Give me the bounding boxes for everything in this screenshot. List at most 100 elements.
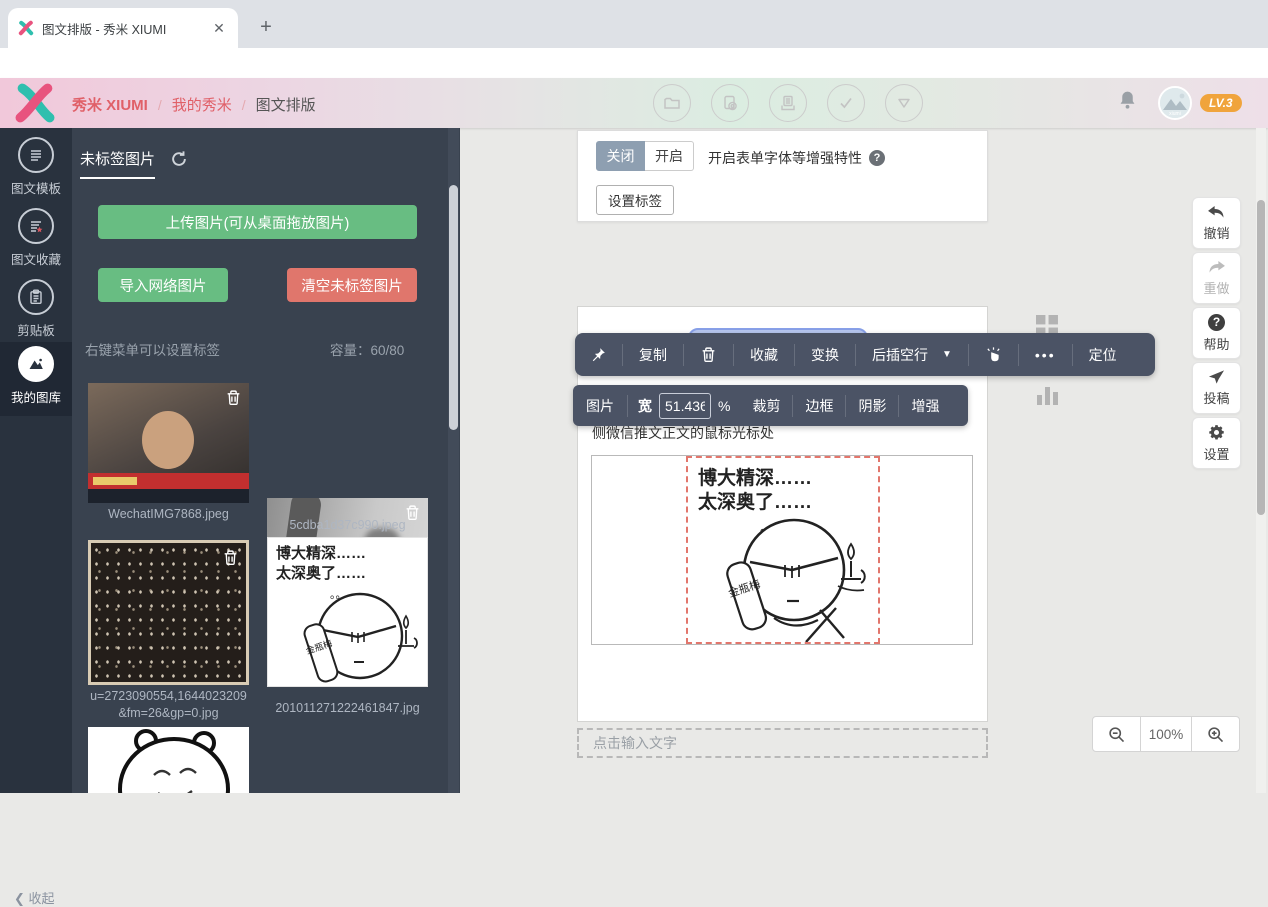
tab-close-icon[interactable]: ✕	[210, 20, 228, 37]
thumbnail-rubbing[interactable]	[88, 540, 249, 685]
context-menu-hint: 右键菜单可以设置标签	[85, 339, 220, 359]
thumbnail-comic[interactable]: 博大精深…… 太深奥了…… 。。 金瓶梅	[267, 537, 428, 687]
insert-blank-line-button[interactable]: 后插空行 ▼	[856, 345, 968, 365]
app-header: 秀米 XIUMI / 我的秀米 / 图文排版 xiumi LV.3	[0, 78, 1268, 128]
submit-button[interactable]: 投稿	[1192, 362, 1241, 414]
sidebar-item-clipboard[interactable]: 剪贴板	[0, 279, 72, 345]
help-icon: ?	[1208, 314, 1225, 331]
paragraph-text[interactable]: 侧微信推文正文的鼠标光标处	[592, 423, 972, 443]
browser-tab-strip: 图文排版 - 秀米 XIUMI ✕ +	[0, 0, 1268, 48]
redo-button[interactable]: 重做	[1192, 252, 1241, 304]
undo-icon	[1207, 205, 1226, 220]
bar-chart-icon[interactable]	[1036, 383, 1060, 405]
thumbnail-news-photo[interactable]	[88, 383, 249, 503]
breadcrumb-my-xiumi[interactable]: 我的秀米	[172, 94, 232, 115]
refresh-icon[interactable]	[170, 150, 188, 168]
settings-button[interactable]: 设置	[1192, 417, 1241, 469]
svg-text:博大精深……: 博大精深……	[276, 544, 366, 562]
breadcrumb-layout: 图文排版	[256, 94, 316, 115]
image-filename: 5cdba1d37c990.jpeg	[267, 517, 428, 534]
favorite-button[interactable]: 收藏	[734, 345, 794, 365]
paper-plane-icon	[1208, 369, 1225, 385]
sidebar-item-gallery[interactable]: 我的图库	[0, 342, 72, 416]
width-group: 宽 %	[628, 393, 740, 419]
toggle-off-button[interactable]: 关闭	[596, 141, 645, 171]
main-scrollbar-thumb[interactable]	[1257, 200, 1265, 515]
set-tag-button[interactable]: 设置标签	[596, 185, 674, 215]
breadcrumb: 秀米 XIUMI / 我的秀米 / 图文排版	[72, 94, 316, 115]
zoom-out-button[interactable]	[1092, 716, 1141, 752]
browser-nav-row: xiumi.us/studio/v5#/paper/for/new/cube/0…	[0, 48, 1268, 78]
favorite-lines-star-icon	[18, 208, 54, 244]
sidebar-item-favorites[interactable]: 图文收藏	[0, 208, 72, 274]
print-export-icon[interactable]	[769, 84, 807, 122]
brand-link[interactable]: 秀米 XIUMI	[72, 94, 148, 115]
undo-button[interactable]: 撤销	[1192, 197, 1241, 249]
panel-scrollbar[interactable]	[448, 128, 459, 793]
collapse-panel-button[interactable]: ❮ 收起	[14, 888, 55, 907]
help-button[interactable]: ? 帮助	[1192, 307, 1241, 359]
triangle-down-icon[interactable]	[885, 84, 923, 122]
thumbnail-meme-bear[interactable]	[88, 727, 249, 793]
import-web-image-button[interactable]: 导入网络图片	[98, 268, 228, 302]
enhance-button[interactable]: 增强	[899, 396, 951, 416]
pin-icon[interactable]	[575, 347, 622, 362]
level-badge: LV.3	[1200, 94, 1242, 112]
check-icon[interactable]	[827, 84, 865, 122]
locate-button[interactable]: 定位	[1073, 345, 1133, 365]
zoom-in-button[interactable]	[1191, 716, 1240, 752]
svg-text:太深奥了……: 太深奥了……	[698, 490, 812, 513]
chevron-down-icon: ▼	[942, 349, 952, 360]
transform-button[interactable]: 变换	[795, 345, 855, 365]
more-options-button[interactable]: •••	[1019, 347, 1072, 363]
element-type-label: 图片	[573, 396, 627, 416]
image-filename: WechatIMG7868.jpeg	[88, 506, 249, 523]
svg-text:博大精深……: 博大精深……	[698, 466, 812, 489]
copy-button[interactable]: 复制	[623, 345, 683, 365]
zoom-level: 100%	[1141, 716, 1191, 752]
text-input-placeholder[interactable]: 点击输入文字	[577, 728, 988, 758]
folder-icon[interactable]	[653, 84, 691, 122]
user-avatar[interactable]: xiumi	[1158, 86, 1192, 120]
new-tab-button[interactable]: +	[252, 14, 280, 42]
zoom-bar: 100%	[1092, 716, 1240, 752]
enhance-toggle: 关闭 开启	[596, 141, 694, 171]
gallery-panel: 未标签图片 上传图片(可从桌面拖放图片) 导入网络图片 清空未标签图片 右键菜单…	[72, 128, 460, 793]
site-favicon	[18, 20, 34, 36]
selected-image[interactable]: 博大精深…… 太深奥了…… 。。 金瓶梅	[686, 456, 880, 644]
image-block[interactable]: 博大精深…… 太深奥了…… 。。 金瓶梅	[591, 455, 973, 645]
redo-icon	[1207, 260, 1226, 275]
image-filename: 201011271222461847.jpg	[267, 700, 428, 717]
crumb-separator: /	[158, 97, 162, 113]
tab-title: 图文排版 - 秀米 XIUMI	[42, 19, 210, 38]
template-lines-icon	[18, 137, 54, 173]
shadow-button[interactable]: 阴影	[846, 396, 898, 416]
clear-untagged-button[interactable]: 清空未标签图片	[287, 268, 417, 302]
upload-image-button[interactable]: 上传图片(可从桌面拖放图片)	[98, 205, 417, 239]
chevron-left-icon: ❮	[14, 891, 29, 906]
sidebar-item-templates[interactable]: 图文模板	[0, 137, 72, 203]
browser-tab[interactable]: 图文排版 - 秀米 XIUMI ✕	[8, 8, 238, 48]
save-image-icon[interactable]	[711, 84, 749, 122]
hand-click-icon[interactable]	[969, 346, 1018, 363]
width-input[interactable]	[659, 393, 711, 419]
element-toolbar: 复制 收藏 变换 后插空行 ▼ ••• 定位	[575, 333, 1155, 376]
image-properties-bar: 图片 宽 % 裁剪 边框 阴影 增强	[573, 385, 968, 426]
capacity-label: 容量：60/80	[330, 339, 404, 359]
toggle-on-button[interactable]: 开启	[645, 141, 694, 171]
gear-icon	[1208, 424, 1225, 441]
xiumi-logo[interactable]	[14, 82, 56, 124]
crumb-separator: /	[242, 97, 246, 113]
delete-image-icon[interactable]	[222, 549, 239, 566]
tab-untagged-images[interactable]: 未标签图片	[80, 148, 155, 179]
border-button[interactable]: 边框	[793, 396, 845, 416]
delete-trash-icon[interactable]	[684, 346, 733, 363]
gallery-mountain-icon	[18, 346, 54, 382]
enhance-settings-card: 关闭 开启 开启表单字体等增强特性 ? 设置标签	[577, 130, 988, 222]
notification-bell-icon[interactable]	[1117, 89, 1138, 111]
svg-text:太深奥了……: 太深奥了……	[276, 564, 366, 582]
help-circle-icon[interactable]: ?	[869, 150, 885, 166]
delete-image-icon[interactable]	[225, 389, 242, 406]
crop-button[interactable]: 裁剪	[740, 396, 792, 416]
svg-text:xiumi: xiumi	[1169, 111, 1181, 117]
